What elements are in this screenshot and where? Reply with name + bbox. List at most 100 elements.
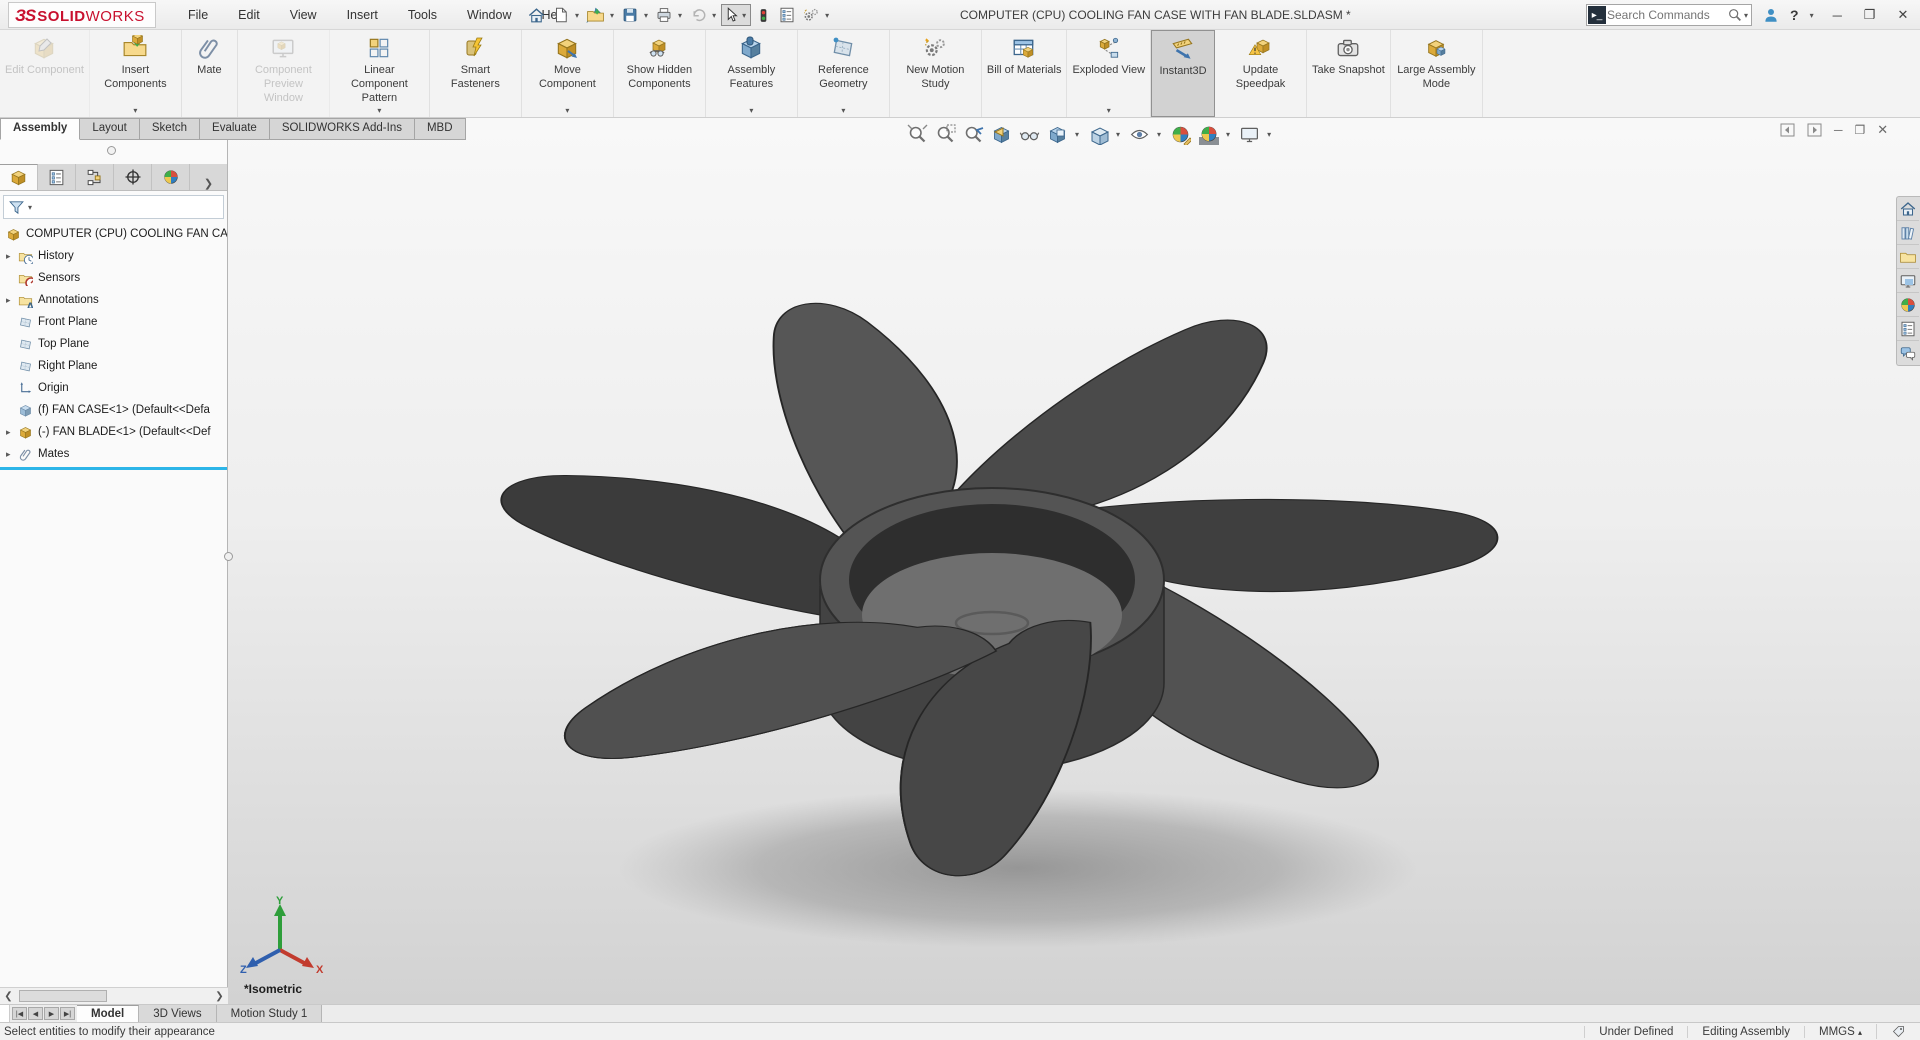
open-document-button[interactable] <box>584 4 607 27</box>
rollback-bar[interactable] <box>0 467 227 470</box>
first-tab-icon[interactable]: |◀ <box>12 1007 27 1020</box>
menu-tools[interactable]: Tools <box>395 3 450 27</box>
dropdown-arrow-icon[interactable]: ▾ <box>742 11 746 20</box>
view-settings-icon[interactable] <box>1238 123 1261 146</box>
dropdown-arrow-icon[interactable]: ▾ <box>712 11 716 20</box>
resources-home-icon[interactable] <box>1897 197 1919 221</box>
ribbon-new-motion-study[interactable]: New Motion Study <box>890 30 982 117</box>
tree-item-annotations[interactable]: ▸ A Annotations <box>0 289 227 311</box>
fm-tab-feature-tree[interactable] <box>0 164 38 190</box>
fm-tabs-expand-icon[interactable]: ❯ <box>190 177 227 190</box>
scroll-track[interactable] <box>17 988 211 1004</box>
tree-item-top-plane[interactable]: Top Plane <box>0 333 227 355</box>
search-icon[interactable] <box>1727 7 1743 23</box>
quick-tips-icon[interactable] <box>1876 1024 1920 1039</box>
ribbon-exploded-view[interactable]: Exploded View ▾ <box>1067 30 1151 117</box>
dropdown-arrow-icon[interactable]: ▾ <box>1157 130 1161 139</box>
expand-arrow-icon[interactable]: ▸ <box>6 449 18 460</box>
select-tool-button[interactable]: ▾ <box>721 4 751 26</box>
print-button[interactable] <box>653 4 675 26</box>
annotation-views-icon[interactable] <box>1018 123 1041 146</box>
close-button[interactable]: ✕ <box>1891 5 1914 25</box>
fm-tab-configuration-manager[interactable] <box>76 164 114 190</box>
display-settings-button[interactable] <box>776 4 798 26</box>
panel-collapse-handle[interactable] <box>107 146 116 155</box>
ribbon-move-component[interactable]: Move Component ▾ <box>522 30 614 117</box>
dropdown-arrow-icon[interactable]: ▾ <box>575 11 579 20</box>
ribbon-update-speedpak[interactable]: Update Speedpak <box>1215 30 1307 117</box>
tree-item-front-plane[interactable]: Front Plane <box>0 311 227 333</box>
next-tab-icon[interactable]: ▶ <box>44 1007 59 1020</box>
home-button[interactable] <box>525 4 548 27</box>
expand-arrow-icon[interactable]: ▸ <box>6 295 18 306</box>
scroll-thumb[interactable] <box>19 990 107 1002</box>
ribbon-assembly-features[interactable]: Assembly Features ▾ <box>706 30 798 117</box>
tree-filter-box[interactable]: ▾ <box>3 195 224 219</box>
expand-arrow-icon[interactable]: ▸ <box>6 427 18 438</box>
restore-button[interactable]: ❐ <box>1858 5 1882 25</box>
dropdown-arrow-icon[interactable]: ▾ <box>1116 130 1120 139</box>
dropdown-arrow-icon[interactable]: ▾ <box>565 106 569 115</box>
new-document-button[interactable] <box>550 4 572 26</box>
help-button[interactable]: ? <box>1790 7 1799 23</box>
ribbon-instant3d[interactable]: Instant3D <box>1151 30 1215 117</box>
minimize-button[interactable]: ─ <box>1827 6 1848 25</box>
ribbon-take-snapshot[interactable]: Take Snapshot <box>1307 30 1391 117</box>
hide-show-items-icon[interactable] <box>1128 123 1151 146</box>
appearances-icon[interactable] <box>1897 293 1919 317</box>
expand-pane-right-icon[interactable] <box>1807 123 1822 137</box>
tree-item-history[interactable]: ▸ History <box>0 245 227 267</box>
design-library-icon[interactable] <box>1897 221 1919 245</box>
ribbon-bill-of-materials[interactable]: Bill of Materials <box>982 30 1068 117</box>
fm-tab-display-manager[interactable] <box>152 164 190 190</box>
menu-insert[interactable]: Insert <box>334 3 391 27</box>
ribbon-reference-geometry[interactable]: Reference Geometry ▾ <box>798 30 890 117</box>
tree-item-fan-blade[interactable]: ▸ (-) FAN BLADE<1> (Default<<Def <box>0 421 227 443</box>
collapse-pane-left-icon[interactable] <box>1780 123 1795 137</box>
dropdown-arrow-icon[interactable]: ▾ <box>841 106 845 115</box>
fan-model-3d-view[interactable] <box>228 118 1920 1004</box>
zoom-to-fit-icon[interactable] <box>906 123 929 146</box>
dropdown-arrow-icon[interactable]: ▾ <box>1107 106 1111 115</box>
view-palette-icon[interactable] <box>1897 269 1919 293</box>
tree-item-mates[interactable]: ▸ Mates <box>0 443 227 465</box>
tab-sketch[interactable]: Sketch <box>140 118 200 140</box>
menu-edit[interactable]: Edit <box>225 3 273 27</box>
dropdown-arrow-icon[interactable]: ▾ <box>28 203 32 212</box>
options-button[interactable] <box>800 4 822 26</box>
tab-evaluate[interactable]: Evaluate <box>200 118 270 140</box>
tab-mbd[interactable]: MBD <box>415 118 466 140</box>
dropdown-arrow-icon[interactable]: ▾ <box>133 106 137 115</box>
undo-button[interactable] <box>687 4 709 26</box>
dropdown-arrow-icon[interactable]: ▾ <box>377 106 381 115</box>
previous-view-icon[interactable] <box>962 123 985 146</box>
login-user-icon[interactable] <box>1762 6 1780 24</box>
tab-assembly[interactable]: Assembly <box>0 118 80 140</box>
dropdown-arrow-icon[interactable]: ▾ <box>678 11 682 20</box>
ribbon-show-hidden-components[interactable]: Show Hidden Components <box>614 30 706 117</box>
custom-properties-icon[interactable] <box>1897 317 1919 341</box>
doc-restore-icon[interactable]: ❐ <box>1855 123 1866 137</box>
ribbon-large-assembly-mode[interactable]: Large Assembly Mode <box>1391 30 1483 117</box>
section-view-icon[interactable] <box>990 123 1013 146</box>
ribbon-linear-component-pattern[interactable]: Linear Component Pattern ▾ <box>330 30 430 117</box>
fm-tab-property-manager[interactable] <box>38 164 76 190</box>
search-commands-box[interactable]: ▸_ ▾ <box>1586 4 1752 26</box>
bottom-tab-3d-views[interactable]: 3D Views <box>139 1005 216 1022</box>
scroll-left-icon[interactable]: ❮ <box>0 988 17 1004</box>
dropdown-arrow-icon[interactable]: ▾ <box>1810 11 1814 20</box>
tree-root-assembly[interactable]: COMPUTER (CPU) COOLING FAN CAS <box>0 223 227 245</box>
bottom-tab-motion-study-1[interactable]: Motion Study 1 <box>217 1005 323 1022</box>
zoom-to-area-icon[interactable] <box>934 123 957 146</box>
rebuild-button[interactable] <box>753 5 774 26</box>
expand-arrow-icon[interactable]: ▸ <box>6 251 18 262</box>
prev-tab-icon[interactable]: ◀ <box>28 1007 43 1020</box>
menu-window[interactable]: Window <box>454 3 524 27</box>
dropdown-arrow-icon[interactable]: ▾ <box>1267 130 1271 139</box>
doc-minimize-icon[interactable]: ─ <box>1834 123 1843 137</box>
dropdown-arrow-icon[interactable]: ▾ <box>825 11 829 20</box>
dropdown-arrow-icon[interactable]: ▾ <box>610 11 614 20</box>
tab-layout[interactable]: Layout <box>80 118 140 140</box>
doc-close-icon[interactable]: ✕ <box>1877 122 1888 138</box>
bottom-tab-model[interactable]: Model <box>77 1005 139 1022</box>
